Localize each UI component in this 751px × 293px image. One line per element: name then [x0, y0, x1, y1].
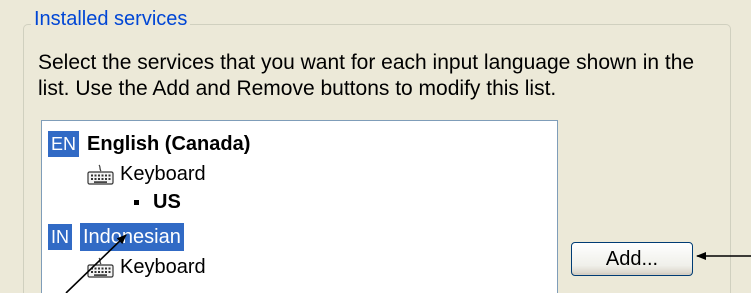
language-code-badge: EN [48, 131, 80, 157]
add-button[interactable]: Add... [571, 242, 693, 276]
service-name: Keyboard [120, 162, 206, 185]
list-item-language-in[interactable]: IN Indonesian [48, 222, 184, 252]
service-name: Keyboard [120, 255, 206, 278]
list-item-language-en[interactable]: EN English (Canada) [48, 129, 250, 159]
list-item-service-keyboard-en[interactable]: Keyboard [87, 159, 206, 189]
list-item-service-keyboard-in[interactable]: Keyboard [87, 252, 206, 282]
bullet-icon [134, 199, 139, 205]
keyboard-icon [87, 256, 114, 278]
layout-name: US [153, 190, 181, 213]
groupbox-description: Select the services that you want for ea… [38, 51, 695, 100]
language-code-badge: IN [48, 224, 72, 250]
page: Installed services Select the services t… [0, 0, 751, 293]
language-name: English (Canada) [87, 132, 251, 155]
installed-services-list[interactable]: EN English (Canada) Keyboard US IN Indon… [41, 120, 558, 293]
list-item-layout-us[interactable]: US [134, 187, 181, 217]
dialog-panel: Installed services Select the services t… [0, 0, 751, 293]
language-name: Indonesian [80, 223, 184, 251]
keyboard-icon [87, 163, 114, 185]
groupbox-title: Installed services [31, 8, 191, 30]
